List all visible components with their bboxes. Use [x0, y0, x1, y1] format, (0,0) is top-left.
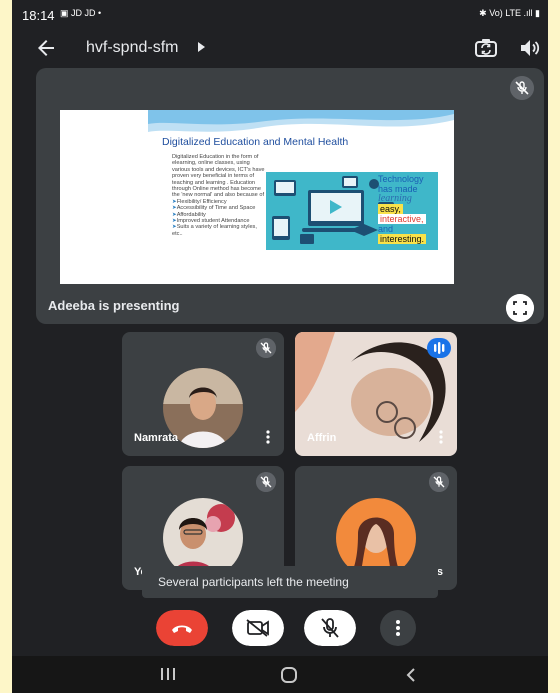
more-vert-icon[interactable]	[439, 430, 443, 444]
more-vert-icon[interactable]	[266, 430, 270, 444]
mic-off-icon	[510, 76, 534, 100]
slide-intro: Digitalized Education in the form of ele…	[172, 154, 268, 199]
system-navigation-bar	[12, 656, 548, 693]
more-options-icon[interactable]	[378, 610, 418, 646]
status-time: 18:14	[22, 8, 55, 23]
mic-off-icon	[256, 472, 276, 492]
status-signal-icons: ✱ Vo) LTE .ıll ▮	[479, 8, 540, 18]
switch-camera-icon[interactable]	[474, 36, 498, 60]
participant-tile-affrin[interactable]: Affrin	[295, 332, 457, 456]
presenter-label: Adeeba is presenting	[48, 298, 180, 313]
phone-screen: 18:14 ▣ JD JD • ✱ Vo) LTE .ıll ▮ hvf-spn…	[12, 0, 548, 693]
camera-off-icon[interactable]	[232, 610, 284, 646]
end-call-icon[interactable]	[156, 610, 208, 646]
slide-body: Digitalized Education in the form of ele…	[172, 154, 268, 237]
home-icon[interactable]	[280, 666, 298, 684]
mic-off-icon	[256, 338, 276, 358]
meeting-details-caret-icon[interactable]	[198, 42, 205, 52]
presentation-tile[interactable]: Digitalized Education and Mental Health …	[36, 68, 544, 324]
recents-icon[interactable]	[158, 666, 178, 682]
back-nav-icon[interactable]	[404, 666, 418, 684]
slide-header-wave	[148, 110, 454, 132]
participant-name: Affrin	[307, 432, 337, 444]
mic-off-icon	[429, 472, 449, 492]
status-notification-icons: ▣ JD JD •	[60, 8, 102, 18]
speaker-icon[interactable]	[518, 36, 542, 60]
back-arrow-icon[interactable]	[34, 36, 58, 60]
participant-tile-namrata[interactable]: Namrata	[122, 332, 284, 456]
participant-name: Namrata	[134, 432, 179, 444]
fullscreen-icon[interactable]	[506, 294, 534, 322]
meeting-code[interactable]: hvf-spnd-sfm	[86, 39, 178, 57]
shared-slide: Digitalized Education and Mental Health …	[60, 110, 454, 284]
meeting-toast: Several participants left the meeting	[142, 566, 438, 598]
slide-technology-callout: Technology has made learning easy, inter…	[378, 174, 427, 244]
toast-message: Several participants left the meeting	[158, 575, 349, 589]
slide-title: Digitalized Education and Mental Health	[162, 136, 349, 148]
mic-off-icon[interactable]	[304, 610, 356, 646]
status-bar: 18:14 ▣ JD JD • ✱ Vo) LTE .ıll ▮	[12, 0, 548, 30]
audio-level-icon	[427, 338, 451, 358]
meeting-top-bar: hvf-spnd-sfm	[12, 30, 548, 66]
slide-bullet: ➤Suits a variety of learning styles, etc…	[172, 224, 257, 237]
